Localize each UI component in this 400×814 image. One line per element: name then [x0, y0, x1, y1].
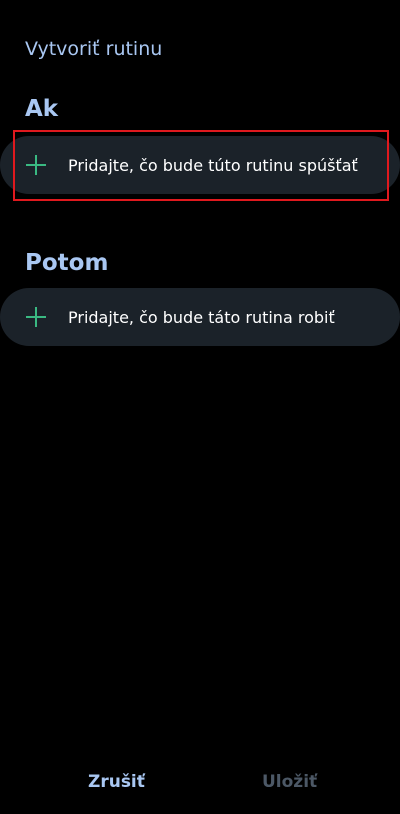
then-section-title: Potom [25, 250, 109, 276]
add-action-label: Pridajte, čo bude táto rutina robiť [68, 307, 335, 327]
if-section-title: Ak [25, 96, 59, 122]
add-trigger-label: Pridajte, čo bude túto rutinu spúšťať [68, 155, 358, 175]
plus-icon [26, 307, 46, 327]
add-trigger-button[interactable]: Pridajte, čo bude túto rutinu spúšťať [0, 136, 400, 194]
page-title: Vytvoriť rutinu [25, 38, 163, 60]
cancel-button[interactable]: Zrušiť [88, 772, 145, 792]
plus-icon [26, 155, 46, 175]
create-routine-screen: Vytvoriť rutinu Ak Pridajte, čo bude tút… [0, 0, 400, 814]
add-action-button[interactable]: Pridajte, čo bude táto rutina robiť [0, 288, 400, 346]
bottom-action-bar: Zrušiť Uložiť [0, 760, 400, 806]
save-button[interactable]: Uložiť [262, 772, 317, 792]
